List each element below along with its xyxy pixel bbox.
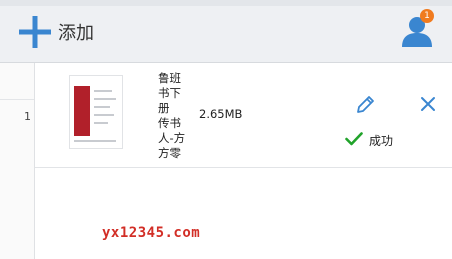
thumbnail-line — [94, 114, 114, 116]
file-name-line: 册 — [158, 101, 170, 115]
row-number: 1 — [24, 110, 31, 123]
thumbnail-line — [94, 90, 112, 92]
panel-divider — [0, 99, 34, 100]
plus-icon — [18, 15, 52, 49]
file-row: 鲁班 书下 册 传书 人-方 方零 2.65MB 成功 — [35, 63, 452, 168]
thumbnail-line — [94, 98, 116, 100]
checkmark-icon — [345, 131, 363, 150]
status-text: 成功 — [369, 134, 394, 148]
thumbnail-cover-block — [74, 86, 90, 136]
file-name-line: 书下 — [158, 86, 181, 100]
file-name-line: 传书 — [158, 116, 181, 130]
edit-pencil-icon[interactable] — [354, 94, 376, 120]
file-name-line: 鲁班 — [158, 71, 181, 85]
window-top-strip — [0, 0, 452, 6]
top-toolbar: 添加 1 — [0, 0, 452, 63]
add-button-label: 添加 — [58, 23, 94, 44]
thumbnail-line — [94, 122, 108, 124]
document-thumbnail — [69, 75, 123, 149]
close-icon[interactable] — [420, 96, 436, 116]
file-name-line: 人-方 — [158, 131, 186, 145]
file-name-line: 方零 — [158, 146, 181, 160]
thumbnail-line — [94, 106, 110, 108]
notification-badge: 1 — [420, 9, 434, 23]
thumbnail-line — [74, 140, 116, 142]
upload-status: 成功 — [345, 131, 393, 150]
left-panel — [0, 63, 35, 259]
file-name: 鲁班 书下 册 传书 人-方 方零 — [158, 71, 202, 161]
file-size: 2.65MB — [199, 107, 243, 121]
watermark-text: yx12345.com — [102, 225, 201, 241]
add-button[interactable]: 添加 — [18, 14, 94, 50]
